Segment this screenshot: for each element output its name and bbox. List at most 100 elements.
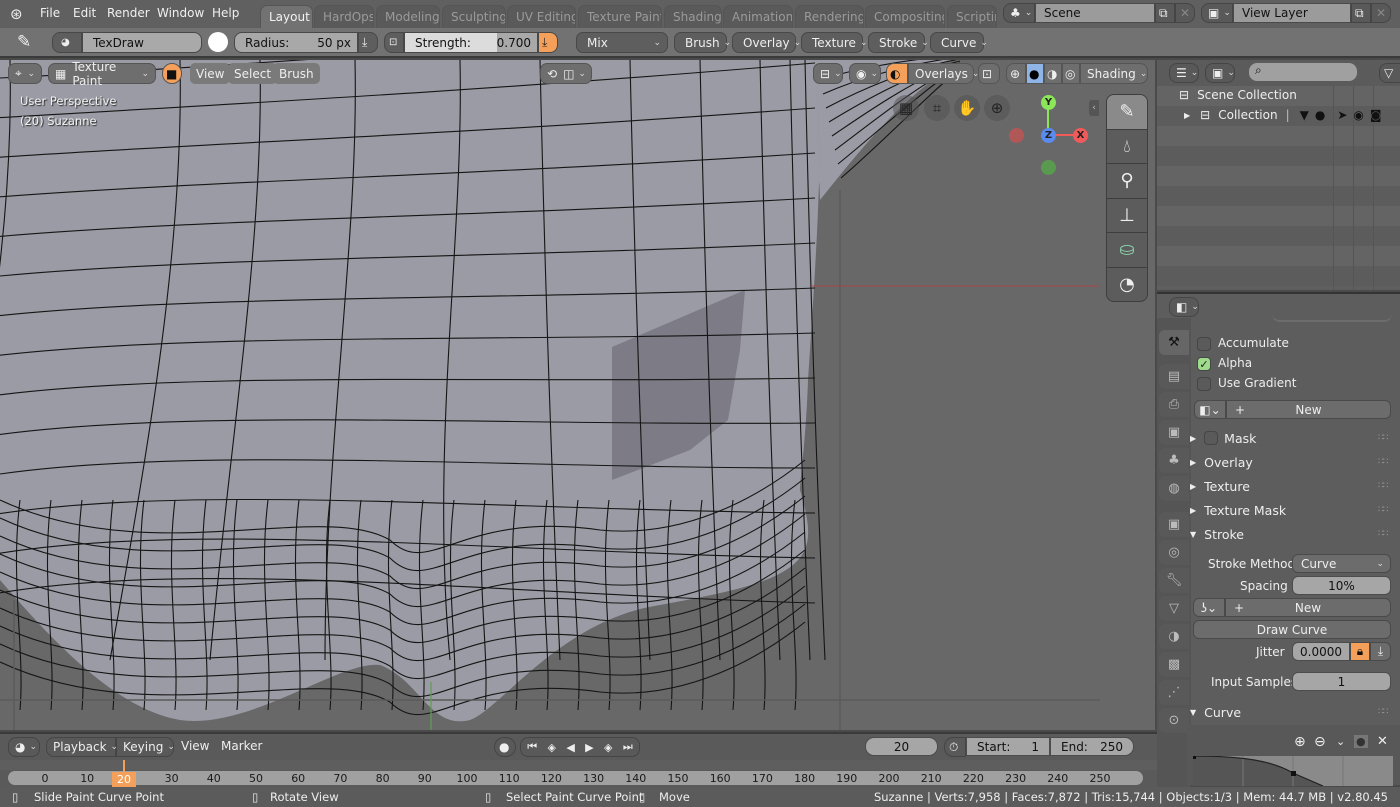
curve-dropdown[interactable]: Curve ⌄ [930, 32, 988, 53]
scene-copy-button[interactable]: ⧉ [1155, 3, 1175, 23]
timeline-menu-marker[interactable]: Marker [221, 739, 262, 753]
radius-pressure-toggle[interactable]: ⤓ [358, 32, 378, 53]
curve-clip-icon[interactable]: ● [1354, 735, 1368, 748]
tab-physics[interactable]: ◎ [1159, 540, 1189, 565]
outliner-search-input[interactable]: ⌕ [1249, 63, 1357, 81]
paint-curve-browse-button[interactable]: ʖ⌄ [1193, 598, 1225, 617]
panel-texture-mask[interactable]: ▶ Texture Mask [1190, 499, 1286, 521]
texture-dropdown[interactable]: Texture ⌄ [801, 32, 867, 53]
panel-texture[interactable]: ▶ Texture [1190, 475, 1250, 497]
tab-shading[interactable]: Shading [664, 5, 722, 28]
zoom-out-icon[interactable]: ⊖ [1314, 734, 1326, 750]
tool-mask[interactable]: ◔ [1107, 268, 1147, 302]
tab-texture[interactable]: ▩ [1159, 652, 1189, 677]
drag-handle-icon[interactable]: ∷∷ [1378, 505, 1392, 515]
playback-dropdown[interactable]: Playback ⌄ [46, 737, 118, 757]
panel-mask[interactable]: ▶ Mask [1190, 427, 1256, 449]
drag-handle-icon[interactable]: ∷∷ [1378, 707, 1392, 717]
tool-smear[interactable]: ⚲ [1107, 164, 1147, 199]
start-frame-field[interactable]: Start: 1 [966, 737, 1050, 756]
scene-selector[interactable]: ♣ ⌄ [1003, 3, 1035, 23]
outliner-display-mode[interactable]: ☰ ⌄ [1169, 63, 1199, 83]
menu-file[interactable]: File [40, 6, 60, 20]
shading-rendered[interactable]: ◎ [1062, 63, 1080, 84]
shading-material[interactable]: ◑ [1044, 63, 1062, 84]
panel-overlay[interactable]: ▶ Overlay [1190, 451, 1253, 473]
blender-logo-icon[interactable]: ⊛ [10, 5, 23, 23]
falloff-curve-widget[interactable] [1193, 756, 1393, 786]
menu-brush[interactable]: Brush [273, 63, 320, 84]
tool-soften[interactable]: 💧︎ [1107, 130, 1147, 164]
menu-render[interactable]: Render [107, 6, 150, 20]
tab-render[interactable]: ▤ [1159, 364, 1189, 389]
tab-material[interactable]: ◑ [1159, 624, 1189, 649]
mesh-filter-icon[interactable]: ▼ [1300, 108, 1309, 122]
tab-sculpting[interactable]: Sculpting [442, 5, 506, 28]
gizmo-neg-y[interactable] [1041, 160, 1056, 175]
tab-object[interactable]: ▣ [1159, 512, 1189, 537]
shading-dropdown[interactable]: Shading ⌄ [1080, 63, 1148, 84]
eye-icon[interactable]: ◉ [1353, 108, 1363, 122]
jitter-pressure-toggle[interactable]: ⤓ [1370, 642, 1391, 661]
timeline-menu-view[interactable]: View [181, 739, 209, 753]
tab-modeling[interactable]: Modeling [376, 5, 440, 28]
use-gradient-checkbox[interactable] [1197, 377, 1211, 391]
drag-handle-icon[interactable]: ∷∷ [1378, 433, 1392, 443]
tab-layout[interactable]: Layout [260, 5, 313, 28]
outliner-scene-collection[interactable]: ⊟ Scene Collection [1179, 88, 1297, 102]
zoom-in-icon[interactable]: ⊕ [1294, 734, 1306, 750]
gizmo-neg-x[interactable] [1009, 128, 1024, 143]
xray-toggle[interactable]: ⊡ [978, 63, 1000, 84]
end-frame-field[interactable]: End: 250 [1050, 737, 1134, 756]
tool-draw[interactable]: ✎ [1107, 95, 1147, 130]
brush-name-field[interactable]: TexDraw [82, 32, 202, 53]
drag-handle-icon[interactable]: ∷∷ [1378, 481, 1392, 491]
draw-curve-button[interactable]: Draw Curve [1193, 620, 1391, 639]
alpha-checkbox[interactable]: ✓ [1197, 357, 1211, 371]
scene-remove-button[interactable]: ✕ [1175, 3, 1195, 23]
input-samples-field[interactable]: 1 [1292, 672, 1391, 691]
toggle-camera-view-button[interactable]: ▦ [893, 95, 919, 121]
shading-solid[interactable]: ● [1026, 63, 1044, 84]
palette-browse-button[interactable]: ◧⌄ [1194, 400, 1226, 419]
mode-selector[interactable]: ▦ Texture Paint ⌄ [48, 60, 156, 88]
menu-view[interactable]: View [190, 63, 231, 84]
new-paint-curve-button[interactable]: + New [1225, 598, 1391, 617]
camera-view-button[interactable]: ⌗ [924, 95, 950, 121]
brush-dropdown[interactable]: Brush ⌄ [674, 32, 731, 53]
shading-wireframe[interactable]: ⊕ [1006, 63, 1026, 84]
strength-pressure-toggle[interactable]: ⤓ [538, 32, 558, 53]
prev-keyframe-icon[interactable]: ◈ [547, 741, 555, 754]
tool-clone[interactable]: ⊥ [1107, 199, 1147, 233]
jitter-field[interactable]: 0.0000 [1292, 642, 1350, 661]
expand-triangle-icon[interactable]: ▶ [1184, 111, 1190, 120]
brush-preview-button[interactable]: ◕ [52, 32, 82, 53]
tab-uv-editing[interactable]: UV Editing [507, 5, 576, 28]
next-keyframe-icon[interactable]: ◈ [604, 741, 612, 754]
tab-output[interactable]: ⎙ [1159, 392, 1189, 417]
brush-color-swatch[interactable] [208, 32, 228, 52]
tab-compositing[interactable]: Compositing [865, 5, 945, 28]
tab-scene[interactable]: ♣ [1159, 448, 1189, 473]
outliner-collection-row[interactable]: ▶ ⊟ Collection | ▼ ● ➤ ◉ ◙ [1184, 108, 1400, 122]
panel-curve[interactable]: ▼ Curve [1190, 701, 1241, 723]
overlay-dropdown[interactable]: Overlay ⌄ [732, 32, 801, 53]
tab-rendering[interactable]: Rendering [795, 5, 864, 28]
view-layer-selector[interactable]: ▣ ⌄ [1201, 3, 1233, 23]
jitter-lock-toggle[interactable]: 🔒︎ [1350, 642, 1370, 661]
tab-hardops[interactable]: HardOps [314, 5, 374, 28]
tool-fill[interactable]: ⛀ [1107, 233, 1147, 268]
light-bulb-icon[interactable]: ● [1315, 108, 1325, 122]
scene-name-field[interactable]: Scene [1035, 3, 1155, 23]
tab-particles[interactable]: ⋰ [1159, 680, 1189, 705]
jump-end-icon[interactable]: ⏭ [623, 740, 633, 754]
jump-start-icon[interactable]: ⏮ [527, 740, 537, 754]
gizmo-x-axis[interactable]: X [1073, 128, 1088, 143]
stroke-dropdown[interactable]: Stroke ⌄ [868, 32, 929, 53]
new-palette-button[interactable]: + New [1226, 400, 1391, 419]
chevron-down-icon[interactable]: ⌄ [1336, 735, 1345, 748]
preview-range-toggle[interactable]: ⏱ [944, 737, 966, 757]
sidebar-toggle[interactable]: ‹ [1089, 100, 1099, 116]
camera-icon[interactable]: ◙ [1370, 108, 1382, 122]
editor-type-selector[interactable]: ⌖ ⌄ [8, 63, 42, 84]
